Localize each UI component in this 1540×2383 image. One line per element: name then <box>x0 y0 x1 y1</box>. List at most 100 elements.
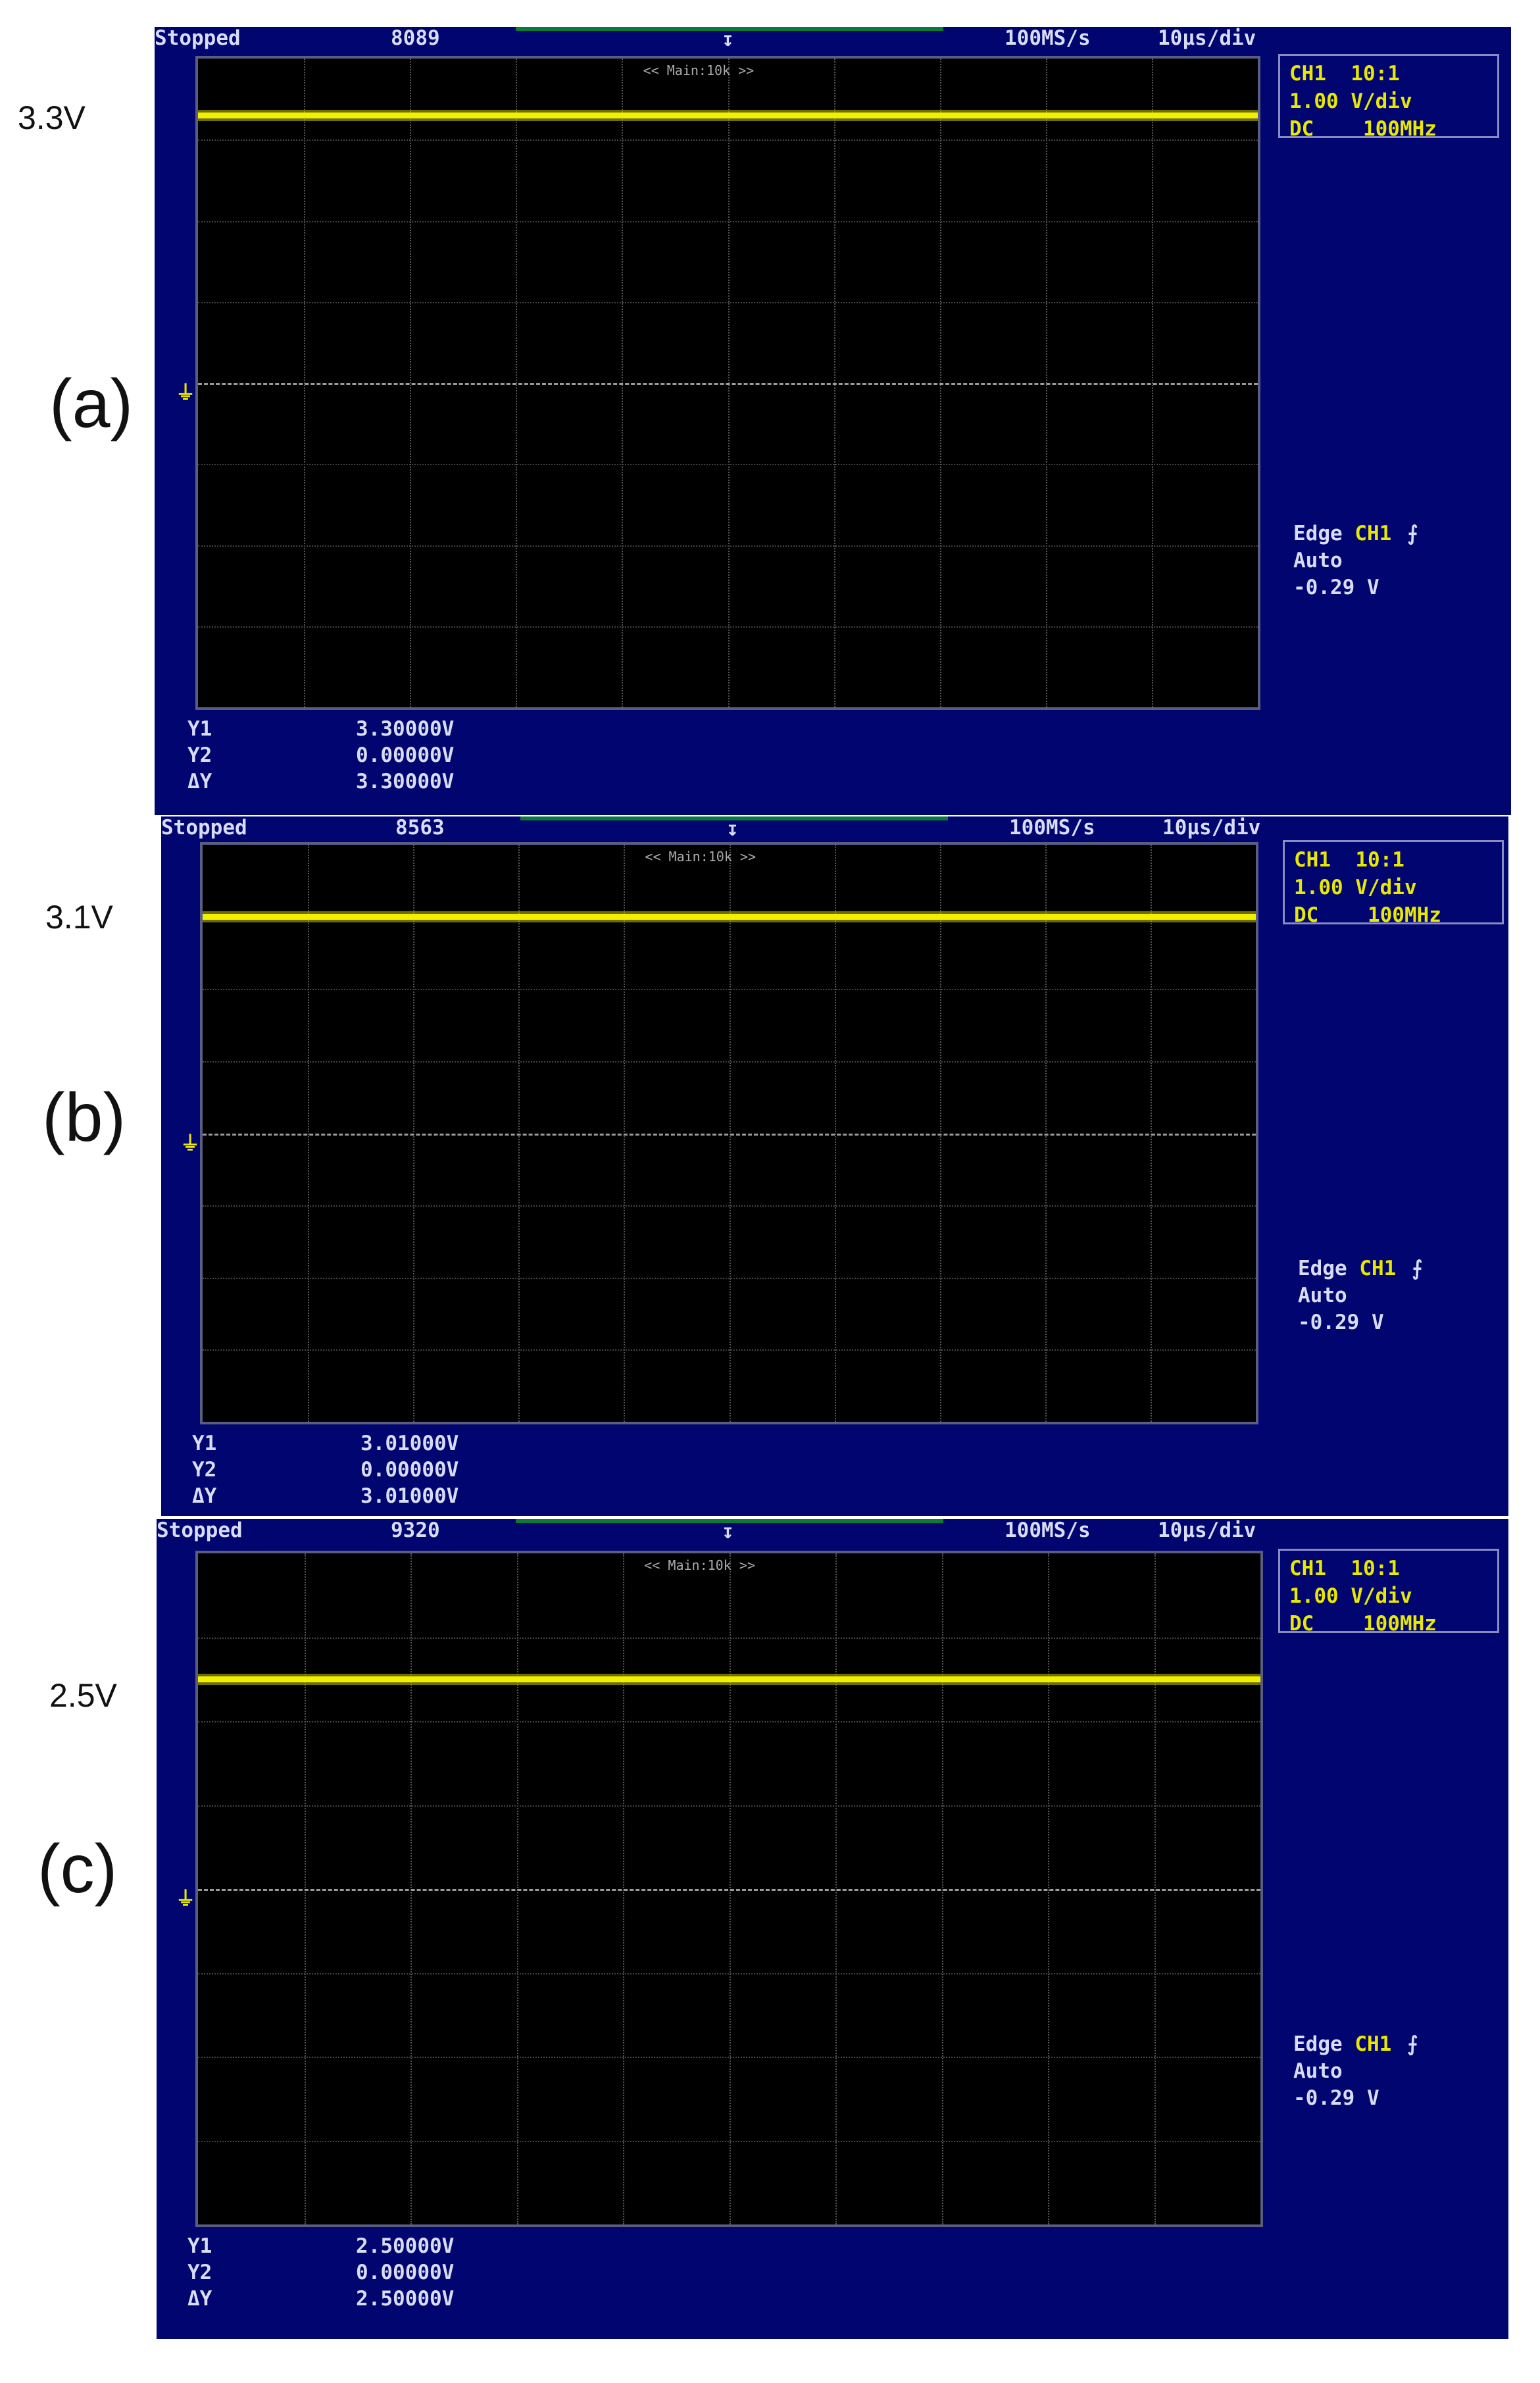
rising-edge-icon: ⨍ <box>1407 2032 1418 2056</box>
cursor-value: 3.01000V <box>360 1432 459 1455</box>
trigger-level: -0.29 V <box>1298 1311 1384 1335</box>
grid-line-horizontal <box>203 1061 1256 1063</box>
channel-info-line2: 1.00 V/div <box>1294 876 1417 899</box>
voltage-label: 2.5V <box>49 1677 117 1714</box>
grid-line-horizontal <box>198 1721 1260 1722</box>
ch1-ground-marker-icon: ⏚ <box>180 1132 200 1155</box>
scope-screen-a: Stopped 8089 ↧ 100MS/s 10µs/div << Main:10k >… <box>155 27 1511 815</box>
grid-line-horizontal <box>198 545 1258 547</box>
zoom-tag: << Main:10k >> <box>643 63 755 78</box>
ground-reference-line <box>198 383 1258 385</box>
scope-screen-b: Stopped 8563 ↧ 100MS/s 10µs/div << Main:10k >… <box>161 816 1508 1516</box>
channel-info-line3: DC 100MHz <box>1294 903 1441 927</box>
trigger-source: CH1 <box>1359 1257 1397 1281</box>
grid-line-horizontal <box>198 139 1258 141</box>
panel-letter: (b) <box>42 1080 126 1156</box>
cursor-name: ΔY <box>187 770 212 793</box>
trigger-info: Edge CH1 ⨍ Auto -0.29 V <box>1293 520 1418 601</box>
waveform-grid: << Main:10k >> <box>195 56 1260 710</box>
channel-info-line1: CH1 10:1 <box>1294 848 1404 872</box>
trigger-info: Edge CH1 ⨍ Auto -0.29 V <box>1298 1255 1422 1336</box>
run-status: Stopped <box>157 1518 243 1542</box>
cursor-value: 3.30000V <box>356 770 455 793</box>
waveform-grid: << Main:10k >> <box>195 1551 1263 2227</box>
trigger-position-icon: ↧ <box>722 28 734 51</box>
trigger-mode: Auto <box>1293 548 1343 572</box>
cursor-name: Y1 <box>187 2234 212 2258</box>
cursor-value: 2.50000V <box>356 2287 455 2311</box>
trigger-source: CH1 <box>1354 2032 1392 2056</box>
ch1-ground-marker-icon: ⏚ <box>176 1888 195 1911</box>
waveform-grid: << Main:10k >> <box>200 842 1258 1424</box>
panel-letter: (c) <box>37 1831 118 1907</box>
grid-line-horizontal <box>198 1637 1260 1639</box>
acquisition-counter: 8089 <box>391 26 440 50</box>
acquisition-counter: 9320 <box>391 1518 440 1542</box>
trigger-row: Edge CH1 ⨍ <box>1298 1255 1422 1282</box>
channel-info-box[interactable]: CH1 10:1 1.00 V/div DC 100MHz <box>1278 54 1499 141</box>
ground-reference-line <box>203 1133 1256 1136</box>
ch1-waveform-trace <box>203 913 1256 920</box>
cursor-value: 0.00000V <box>356 2261 455 2284</box>
trigger-row: Edge CH1 ⨍ <box>1293 2031 1418 2058</box>
cursor-name: Y2 <box>187 743 212 767</box>
trigger-type: Edge <box>1298 1257 1347 1281</box>
ch1-ground-marker-icon: ⏚ <box>176 382 195 405</box>
grid-line-horizontal <box>203 1277 1256 1279</box>
ch1-waveform-trace <box>198 113 1258 119</box>
voltage-label: 3.1V <box>45 899 113 936</box>
cursor-name: ΔY <box>192 1484 217 1508</box>
grid-line-horizontal <box>203 1205 1256 1207</box>
cursor-name: Y2 <box>187 2261 212 2284</box>
grid-line-horizontal <box>203 1349 1256 1351</box>
grid-line-horizontal <box>198 1972 1260 1974</box>
channel-info-box[interactable]: CH1 10:1 1.00 V/div DC 100MHz <box>1278 1549 1499 1636</box>
cursor-name: Y1 <box>187 717 212 741</box>
sample-rate: 100MS/s <box>1005 26 1091 50</box>
rising-edge-icon: ⨍ <box>1412 1257 1423 1281</box>
cursor-name: ΔY <box>187 2287 212 2311</box>
trigger-type: Edge <box>1293 2032 1343 2056</box>
grid-line-horizontal <box>198 220 1258 222</box>
trigger-source: CH1 <box>1354 521 1392 545</box>
trigger-position-icon: ↧ <box>722 1520 734 1543</box>
grid-line-horizontal <box>198 626 1258 628</box>
cursor-name: Y1 <box>192 1432 217 1455</box>
ground-reference-line <box>198 1889 1260 1891</box>
trigger-position-icon: ↧ <box>726 817 739 841</box>
scope-screen-c: Stopped 9320 ↧ 100MS/s 10µs/div << Main:10k >… <box>157 1519 1508 2339</box>
trigger-level: -0.29 V <box>1293 2086 1379 2110</box>
grid-line-horizontal <box>198 1805 1260 1807</box>
sample-rate: 100MS/s <box>1005 1518 1091 1542</box>
channel-info-line1: CH1 10:1 <box>1289 62 1400 86</box>
trigger-mode: Auto <box>1293 2059 1343 2083</box>
timebase: 10µs/div <box>1162 816 1261 840</box>
panel-letter: (a) <box>49 366 134 442</box>
acquisition-counter: 8563 <box>395 816 445 840</box>
run-status: Stopped <box>161 816 247 840</box>
timebase: 10µs/div <box>1158 1518 1256 1542</box>
cursor-value: 2.50000V <box>356 2234 455 2258</box>
voltage-label: 3.3V <box>18 99 86 136</box>
cursor-value: 0.00000V <box>360 1458 459 1482</box>
cursor-name: Y2 <box>192 1458 217 1482</box>
channel-info-line1: CH1 10:1 <box>1289 1557 1400 1580</box>
grid-line-horizontal <box>198 301 1258 303</box>
ch1-waveform-trace <box>198 1676 1260 1683</box>
trigger-mode: Auto <box>1298 1284 1347 1308</box>
cursor-value: 3.30000V <box>356 717 455 741</box>
trigger-row: Edge CH1 ⨍ <box>1293 520 1418 547</box>
cursor-value: 3.01000V <box>360 1484 459 1508</box>
channel-info-line3: DC 100MHz <box>1289 117 1437 141</box>
zoom-tag: << Main:10k >> <box>645 849 756 865</box>
grid-line-horizontal <box>198 464 1258 466</box>
grid-line-horizontal <box>198 2057 1260 2058</box>
grid-line-horizontal <box>203 989 1256 991</box>
timebase: 10µs/div <box>1158 26 1256 50</box>
run-status: Stopped <box>155 26 241 50</box>
channel-info-box[interactable]: CH1 10:1 1.00 V/div DC 100MHz <box>1283 840 1504 927</box>
channel-info-line2: 1.00 V/div <box>1289 89 1412 113</box>
trigger-info: Edge CH1 ⨍ Auto -0.29 V <box>1293 2031 1418 2112</box>
channel-info-line3: DC 100MHz <box>1289 1612 1437 1636</box>
zoom-tag: << Main:10k >> <box>644 1557 755 1573</box>
